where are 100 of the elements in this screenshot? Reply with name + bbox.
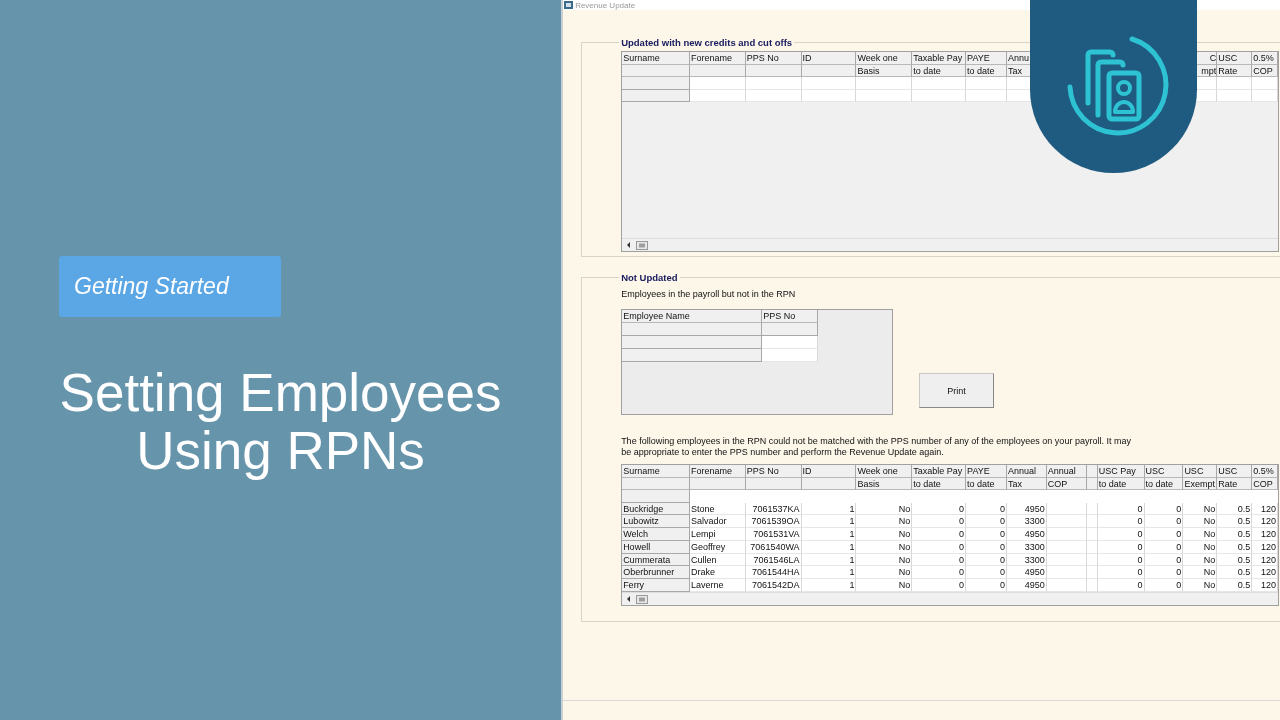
table-cell: 0: [1097, 528, 1145, 541]
table-cell: 0: [1144, 528, 1184, 541]
table-cell: [1217, 77, 1253, 90]
table-cell: 120: [1252, 502, 1279, 516]
note-text: Employees in the payroll but not in the RPN: [621, 289, 797, 299]
column-header: Employee Name: [622, 310, 763, 323]
table-cell: [762, 336, 819, 349]
table-cell: 120: [1252, 566, 1279, 580]
table-cell: No: [856, 502, 913, 516]
table-cell: 0: [966, 566, 1007, 580]
table-cell: 0: [1144, 566, 1184, 580]
scroll-thumb[interactable]: [636, 240, 649, 250]
column-header: PAYE: [966, 465, 1007, 478]
column-header: 0.5%: [1252, 465, 1279, 478]
table-cell: 0.5: [1217, 579, 1253, 593]
table-cell: [1086, 515, 1098, 529]
table-cell: No: [1183, 502, 1218, 516]
column-header: USC: [1144, 465, 1184, 478]
column-header: Forename: [689, 465, 746, 478]
table-cell: 0: [1097, 566, 1145, 580]
table-cell: [856, 77, 913, 90]
print-button[interactable]: Print: [919, 373, 995, 408]
table-cell: 4950: [1006, 566, 1047, 580]
column-header: USC Pay: [1097, 465, 1145, 478]
table-cell: 1: [801, 528, 857, 541]
table-cell: 0.5: [1217, 502, 1253, 516]
row-header: Welch: [622, 528, 690, 541]
column-header: Annual: [1006, 465, 1047, 478]
table-cell: 1: [801, 515, 857, 529]
table-cell: 7061544HA: [745, 566, 802, 580]
table-cell: 0: [1097, 579, 1145, 593]
table-cell: [1046, 502, 1087, 516]
table-cell: 0: [966, 579, 1007, 593]
column-header: Taxable Pay: [912, 465, 967, 478]
table-cell: 7061539OA: [745, 515, 802, 529]
table-cell: [1086, 528, 1098, 541]
table-cell: [1086, 540, 1098, 554]
table-cell: [689, 77, 746, 90]
table-cell: [912, 77, 967, 90]
table-cell: 7061531VA: [745, 528, 802, 541]
table-cell: 1: [801, 579, 857, 593]
table-cell: Salvador: [689, 515, 746, 529]
app-icon: [564, 1, 574, 9]
table-cell: Stone: [689, 502, 746, 516]
column-header: Forename: [689, 52, 746, 65]
table-cell: [762, 323, 819, 336]
table-cell: Drake: [689, 566, 746, 580]
table-cell: 7061542DA: [745, 579, 802, 593]
column-header: ID: [801, 52, 857, 65]
group-title: Not Updated: [620, 272, 679, 283]
table-cell: 0: [966, 515, 1007, 529]
table-cell: Lempi: [689, 528, 746, 541]
column-header: USC: [1217, 465, 1253, 478]
table-cell: 0: [966, 528, 1007, 541]
row-header: Oberbrunner: [622, 566, 690, 580]
table-cell: [762, 349, 819, 362]
column-header: PPS No: [762, 310, 819, 323]
table-cell: 0: [1144, 579, 1184, 593]
table-cell: [1086, 502, 1098, 516]
table-cell: [801, 77, 857, 90]
column-header: ID: [801, 465, 857, 478]
table-cell: [1252, 77, 1279, 90]
table-cell: 4950: [1006, 502, 1047, 516]
column-header: USC: [1217, 52, 1253, 65]
table-cell: 0.5: [1217, 528, 1253, 541]
column-header: Week one: [856, 465, 913, 478]
table-cell: No: [1183, 566, 1218, 580]
table-cell: No: [856, 579, 913, 593]
table-cell: [1046, 566, 1087, 580]
table-cell: [745, 77, 802, 90]
message-text: The following employees in the RPN could not be matched with the PPS number of any of the employees on your payroll. It may be appropriate to enter the PPS number and perform the Revenue Update again.: [621, 436, 1132, 458]
table-cell: 120: [1252, 579, 1279, 593]
table-cell: 0: [1097, 515, 1145, 529]
group-title: Updated with new credits and cut offs: [620, 37, 794, 48]
table-cell: 1: [801, 566, 857, 580]
table-cell: [1086, 566, 1098, 580]
table-cell: 0.5: [1217, 566, 1253, 580]
table-cell: No: [856, 515, 913, 529]
column-header: Surname: [622, 52, 690, 65]
scroll-thumb[interactable]: [636, 594, 649, 604]
table-cell: 0: [912, 502, 967, 516]
table-cell: No: [856, 528, 913, 541]
header-cell: [1086, 477, 1098, 490]
column-header: USC: [1183, 465, 1218, 478]
table-cell: Laverne: [689, 579, 746, 593]
table-cell: 4950: [1006, 528, 1047, 541]
table-cell: 7061537KA: [745, 502, 802, 516]
table-cell: No: [1183, 515, 1218, 529]
column-header: 0.5%: [1252, 52, 1279, 65]
column-header: PPS No: [745, 52, 802, 65]
table-cell: No: [1183, 528, 1218, 541]
table-cell: 1: [801, 502, 857, 516]
table-cell: 120: [1252, 515, 1279, 529]
table-cell: 0: [1097, 502, 1145, 516]
table-cell: 0: [912, 579, 967, 593]
category-badge: Getting Started: [59, 256, 281, 317]
table-cell: 4950: [1006, 579, 1047, 593]
row-header: Ferry: [622, 579, 690, 593]
window-title: Revenue Update: [575, 0, 636, 10]
table-cell: 0: [912, 528, 967, 541]
